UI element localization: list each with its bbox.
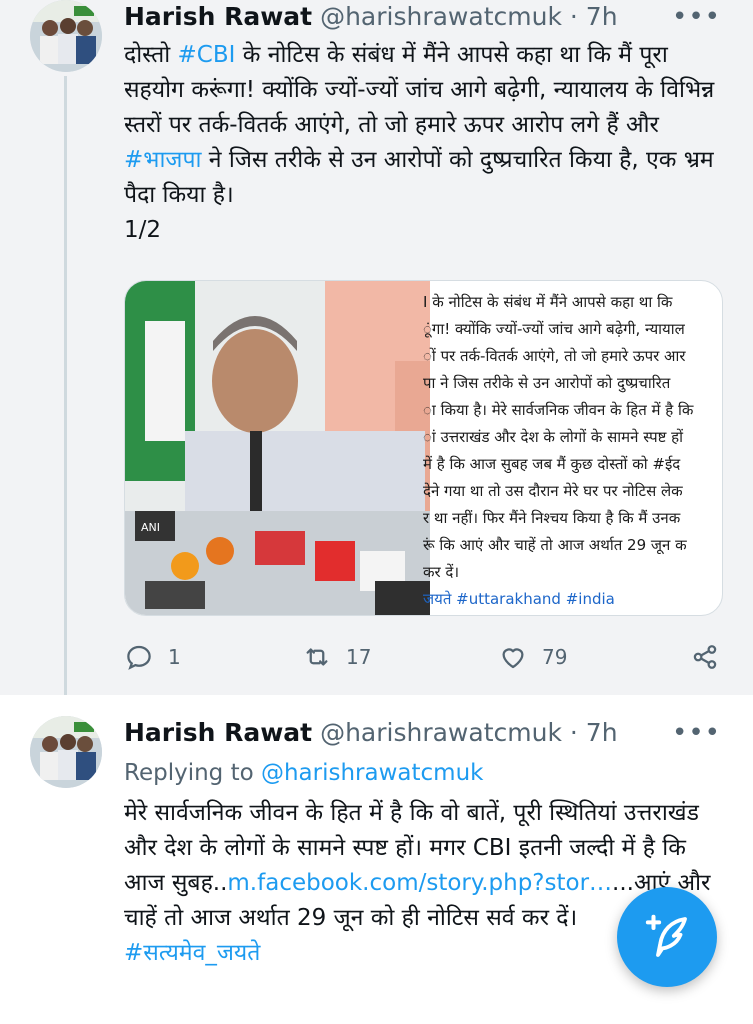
tweet-text-part: ने जिस तरीके से उन आरोपों को दुष्प्रचारि…: [124, 147, 714, 208]
replying-prefix: Replying to: [124, 760, 261, 786]
hashtag-cbi[interactable]: #CBI: [178, 42, 236, 68]
replying-to: Replying to @harishrawatcmuk: [124, 756, 483, 790]
avatar-photo-icon: [30, 716, 102, 788]
media-overlay-text: I के नोटिस के संबंध में मैंने आपसे कहा थ…: [423, 289, 722, 613]
media-line: रूं कि आएं और चाहें तो आज अर्थात 29 जून …: [423, 536, 687, 554]
thread-counter: 1/2: [124, 217, 162, 243]
replying-handle[interactable]: @harishrawatcmuk: [261, 760, 484, 786]
media-line: कर दें।: [423, 563, 460, 581]
media-line: ूंगा! क्योंकि ज्यों-ज्यों जांच आगे बढ़ेग…: [423, 320, 685, 338]
hashtag-bjp[interactable]: #भाजपा: [124, 147, 202, 173]
thread-connector: [64, 76, 67, 716]
svg-text:ANI: ANI: [141, 521, 160, 534]
share-button[interactable]: [690, 640, 720, 674]
avatar[interactable]: [30, 0, 102, 72]
tweet-media-image[interactable]: ANI I के नोटिस के संबंध में मैंने आपसे क…: [124, 280, 723, 616]
press-conference-photo-icon: ANI: [125, 281, 430, 615]
reply-button[interactable]: 1: [124, 640, 181, 674]
tweet-actions: 1 17 79: [124, 640, 724, 674]
more-icon[interactable]: •••: [672, 716, 721, 750]
hashtag-satyamev-jayate[interactable]: #सत्यमेव_जयते: [124, 940, 260, 966]
media-line: ा किया है। मेरे सार्वजनिक जीवन के हित मे…: [423, 401, 694, 419]
retweet-icon: [306, 648, 328, 666]
compose-tweet-icon: [645, 914, 687, 957]
media-line: में है कि आज सुबह जब मैं कुछ दोस्तों को …: [423, 455, 681, 473]
separator-dot: ·: [569, 2, 578, 31]
retweet-button[interactable]: 17: [302, 640, 371, 674]
separator-dot: ·: [569, 718, 578, 747]
like-button[interactable]: 79: [498, 640, 567, 674]
reply-count: 1: [168, 645, 181, 669]
author-name[interactable]: Harish Rawat: [124, 2, 312, 31]
reply-icon: [127, 645, 151, 670]
retweet-count: 17: [346, 645, 372, 669]
author-handle[interactable]: @harishrawatcmuk: [320, 718, 562, 747]
more-icon[interactable]: •••: [672, 0, 721, 34]
tweet-header: Harish Rawat @harishrawatcmuk · 7h: [124, 716, 618, 750]
media-line: ां उत्तराखंड और देश के लोगों के सामने स्…: [423, 428, 683, 446]
media-line: देने गया था तो उस दौरान मेरे घर पर नोटिस…: [423, 482, 683, 500]
media-line: ों पर तर्क-वितर्क आएंगे, तो जो हमारे ऊपर…: [423, 347, 686, 365]
compose-tweet-button[interactable]: [617, 887, 717, 987]
author-name[interactable]: Harish Rawat: [124, 718, 312, 747]
media-tags-line: जयते #uttarakhand #india: [423, 590, 615, 608]
facebook-link[interactable]: m.facebook.com/story.php?stor…: [227, 870, 612, 896]
media-line: I के नोटिस के संबंध में मैंने आपसे कहा थ…: [423, 293, 673, 311]
tweet-header: Harish Rawat @harishrawatcmuk · 7h: [124, 0, 618, 34]
avatar[interactable]: [30, 716, 102, 788]
tweet-1[interactable]: Harish Rawat @harishrawatcmuk · 7h ••• द…: [0, 0, 753, 716]
tweet-text: दोस्तो #CBI के नोटिस के संबंध में मैंने …: [124, 38, 724, 248]
tweet-text-part: दोस्तो: [124, 42, 178, 68]
author-handle[interactable]: @harishrawatcmuk: [320, 2, 562, 31]
avatar-photo-icon: [30, 0, 102, 72]
media-line: पा ने जिस तरीके से उन आरोपों को दुष्प्रच…: [423, 374, 671, 392]
share-icon: [693, 645, 717, 669]
heart-icon: [502, 648, 524, 669]
media-line: र था नहीं। फिर मैंने निश्चय किया है कि म…: [423, 509, 681, 527]
timestamp[interactable]: 7h: [586, 718, 618, 747]
timestamp[interactable]: 7h: [586, 2, 618, 31]
like-count: 79: [542, 645, 568, 669]
